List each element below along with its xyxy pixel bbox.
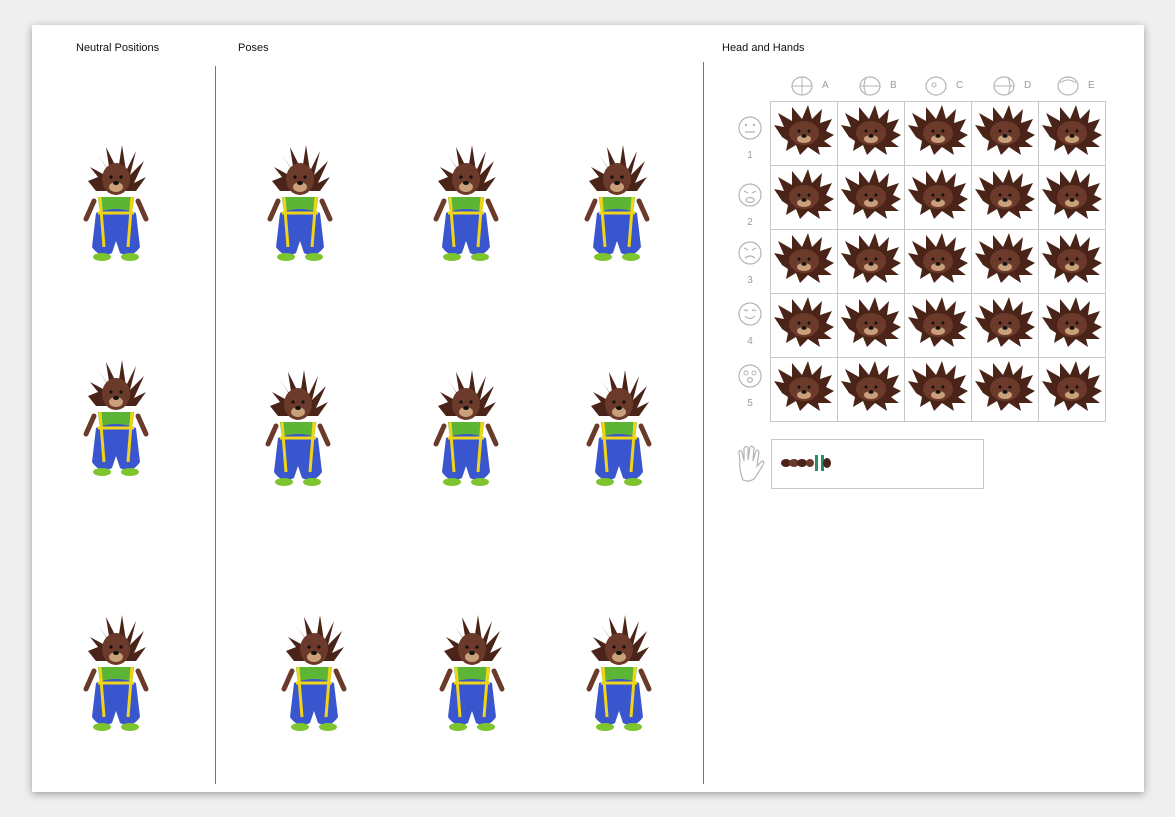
head-cell-5a (770, 357, 838, 422)
angle-column-header: D (990, 75, 1050, 97)
surprised-face-icon (738, 364, 762, 388)
head-cell-3a (770, 229, 838, 294)
head-cell-1d (971, 101, 1039, 166)
pose-figure (577, 360, 661, 490)
head-expression-grid (770, 101, 1106, 422)
neutral-figure-side (74, 350, 158, 480)
head-cell-5e (1038, 357, 1106, 422)
pose-figure (424, 360, 508, 490)
head-cell-5d (971, 357, 1039, 422)
hand-icon (738, 445, 765, 482)
neutral-positions-title: Neutral Positions (76, 42, 160, 54)
expression-row-header: 4 (733, 300, 767, 350)
head-cell-2e (1038, 165, 1106, 230)
head-cell-4d (971, 293, 1039, 358)
pose-figure (272, 605, 356, 735)
head-and-hands-title: Head and Hands (722, 42, 805, 54)
head-cell-1b (837, 101, 905, 166)
head-cell-1e (1038, 101, 1106, 166)
smile-face-icon (738, 302, 762, 326)
hands-box (771, 439, 984, 489)
head-angle-quarter-icon (859, 76, 881, 96)
head-cell-2b (837, 165, 905, 230)
neutral-face-icon (738, 116, 762, 140)
head-cell-3d (971, 229, 1039, 294)
angle-column-header: E (1054, 75, 1114, 97)
expression-row-header: 3 (733, 239, 767, 289)
expression-row-header: 2 (733, 181, 767, 231)
head-angle-back-icon (1057, 76, 1079, 96)
angle-column-header: A (788, 75, 848, 97)
divider-neutral-poses (215, 66, 216, 784)
head-angle-profile-icon (925, 76, 947, 96)
head-angle-front-icon (791, 76, 813, 96)
expression-row-header: 5 (733, 362, 767, 412)
neutral-figure-front (74, 135, 158, 265)
head-cell-4b (837, 293, 905, 358)
head-cell-4c (904, 293, 972, 358)
poses-title: Poses (238, 42, 269, 54)
angry-face-icon (738, 241, 762, 265)
head-cell-5c (904, 357, 972, 422)
divider-poses-head (703, 62, 704, 784)
neutral-figure-three-quarter (74, 605, 158, 735)
pose-figure (577, 605, 661, 735)
pose-figure (424, 135, 508, 265)
head-cell-3e (1038, 229, 1106, 294)
head-cell-3b (837, 229, 905, 294)
head-angle-back-quarter-icon (993, 76, 1015, 96)
head-cell-1c (904, 101, 972, 166)
head-cell-1a (770, 101, 838, 166)
pose-figure (575, 135, 659, 265)
head-cell-5b (837, 357, 905, 422)
cry-face-icon (738, 183, 762, 207)
hand-sprites (781, 455, 831, 471)
pose-figure (430, 605, 514, 735)
head-cell-2d (971, 165, 1039, 230)
pose-figure (258, 135, 342, 265)
head-cell-4e (1038, 293, 1106, 358)
head-cell-2c (904, 165, 972, 230)
angle-column-header: B (856, 75, 916, 97)
angle-column-header: C (922, 75, 982, 97)
head-cell-3c (904, 229, 972, 294)
head-cell-4a (770, 293, 838, 358)
pose-figure (256, 360, 340, 490)
expression-row-header: 1 (733, 114, 767, 164)
head-cell-2a (770, 165, 838, 230)
